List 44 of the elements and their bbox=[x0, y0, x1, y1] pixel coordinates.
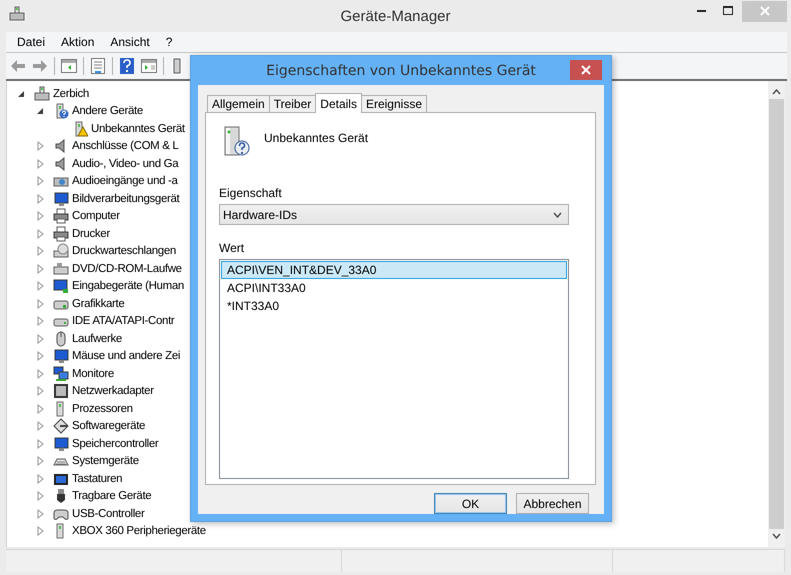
property-dropdown[interactable]: Hardware-IDs bbox=[219, 204, 569, 225]
tree-item[interactable]: Zerbich bbox=[53, 88, 89, 100]
tree-item[interactable]: Prozessoren bbox=[72, 402, 133, 415]
tree-item[interactable]: Audioeingänge und -a bbox=[72, 175, 178, 188]
property-label: Eigenschaft bbox=[219, 186, 283, 200]
window-title: Geräte-Manager bbox=[339, 8, 452, 24]
tree-item[interactable]: Speichercontroller bbox=[72, 438, 158, 450]
device-name: Unbekanntes Gerät bbox=[264, 131, 368, 145]
list-item[interactable]: ACPI\INT33A0 bbox=[221, 279, 567, 297]
menu-item[interactable]: Ansicht bbox=[103, 35, 157, 49]
tree-item[interactable]: Druckwarteschlangen bbox=[72, 245, 176, 258]
menu-item[interactable]: Datei bbox=[10, 35, 52, 49]
tree-item[interactable]: DVD/CD-ROM-Laufwe bbox=[72, 262, 182, 275]
list-item[interactable]: *INT33A0 bbox=[221, 297, 567, 315]
list-item[interactable]: ACPI\VEN_INT&DEV_33A0 bbox=[221, 261, 567, 279]
tree-item[interactable]: Andere Geräte bbox=[72, 105, 143, 118]
tree-item[interactable]: USB-Controller bbox=[72, 508, 144, 520]
tree-item[interactable]: Monitore bbox=[72, 368, 114, 380]
tree-item[interactable]: Unbekanntes Gerät bbox=[91, 122, 185, 135]
ok-button[interactable]: OK bbox=[434, 493, 507, 514]
dialog-title: Eigenschaften von Unbekanntes Gerät bbox=[266, 62, 536, 78]
tree-item[interactable]: Anschlüsse (COM & L bbox=[72, 140, 178, 152]
tree-item[interactable]: Computer bbox=[72, 210, 120, 222]
tree-item[interactable]: Mäuse und andere Zei bbox=[72, 350, 180, 362]
tree-item[interactable]: Tragbare Geräte bbox=[72, 490, 152, 502]
tree-item[interactable]: Eingabegeräte (Human bbox=[72, 280, 184, 292]
tree-item[interactable]: Laufwerke bbox=[72, 332, 122, 345]
value-label: Wert bbox=[219, 241, 246, 255]
menu-item[interactable]: Aktion bbox=[54, 35, 102, 49]
tab[interactable]: Details bbox=[315, 93, 362, 113]
cancel-button[interactable]: Abbrechen bbox=[516, 493, 589, 514]
tree-item[interactable]: Drucker bbox=[72, 228, 110, 240]
tree-item[interactable]: Softwaregeräte bbox=[72, 420, 146, 432]
menu-item[interactable]: ? bbox=[158, 35, 180, 49]
tab[interactable]: Ereignisse bbox=[360, 95, 427, 113]
tree-item[interactable]: Grafikkarte bbox=[72, 298, 124, 310]
tree-item[interactable]: IDE ATA/ATAPI-Contr bbox=[72, 315, 174, 328]
tree-item[interactable]: Systemgeräte bbox=[72, 455, 139, 468]
tree-item[interactable]: Netzwerkadapter bbox=[72, 385, 154, 398]
tab[interactable]: Allgemein bbox=[207, 95, 270, 113]
tree-item[interactable]: Bildverarbeitungsgerät bbox=[72, 192, 180, 205]
tree-item[interactable]: Audio-, Video- und Ga bbox=[72, 158, 178, 170]
tree-item[interactable]: Tastaturen bbox=[72, 472, 122, 485]
tree-item[interactable]: XBOX 360 Peripheriegeräte bbox=[72, 525, 206, 538]
